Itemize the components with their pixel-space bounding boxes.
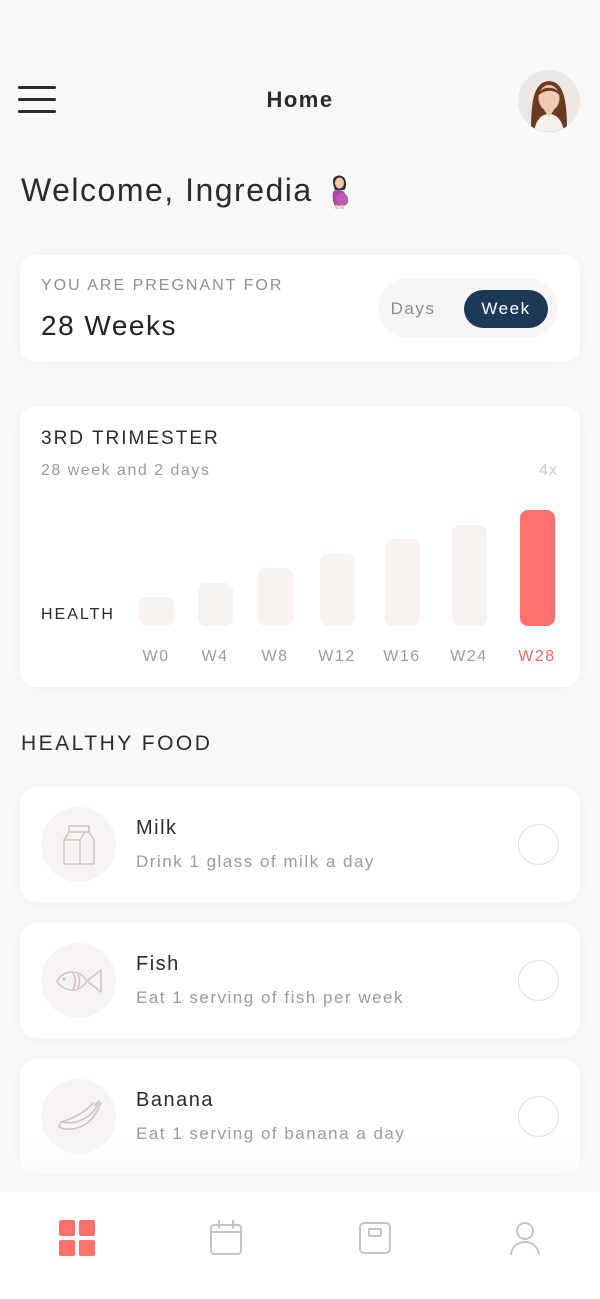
week-tick-label: W24 — [450, 648, 488, 665]
healthy-food-title: HEALTHY FOOD — [21, 732, 213, 755]
food-icon-circle — [41, 807, 116, 882]
week-tick-label: W4 — [201, 648, 229, 665]
trimester-card: 3RD TRIMESTER 28 week and 2 days 4x HEAL… — [20, 406, 580, 687]
zoom-multiplier[interactable]: 4x — [539, 462, 558, 480]
welcome-text: Welcome, Ingredia — [21, 172, 313, 208]
pregnancy-value: 28 Weeks — [41, 310, 177, 341]
health-bar-w0[interactable] — [138, 597, 174, 626]
calendar-icon — [210, 1220, 242, 1255]
health-bar-w16[interactable] — [384, 539, 420, 626]
health-bar-w8[interactable] — [257, 568, 293, 626]
food-icon-circle — [41, 943, 116, 1018]
food-card-fish[interactable]: Fish Eat 1 serving of fish per week — [20, 923, 580, 1038]
food-checkbox[interactable] — [518, 960, 559, 1001]
food-name: Fish — [136, 953, 180, 975]
food-description: Eat 1 serving of banana a day — [136, 1124, 406, 1143]
toggle-week-option[interactable]: Week — [464, 290, 548, 328]
health-bar-w12[interactable] — [319, 553, 355, 626]
welcome-heading: Welcome, Ingredia — [21, 172, 353, 209]
bottom-nav — [0, 1192, 600, 1299]
avatar[interactable] — [518, 70, 580, 132]
food-name: Banana — [136, 1089, 214, 1111]
health-bar-w28[interactable] — [519, 510, 555, 626]
health-bar-w4[interactable] — [197, 582, 233, 626]
fish-icon — [55, 968, 102, 993]
food-description: Drink 1 glass of milk a day — [136, 852, 375, 871]
trimester-title: 3RD TRIMESTER — [41, 428, 220, 449]
notebook-icon — [359, 1222, 391, 1254]
week-tick-label: W16 — [383, 648, 421, 665]
days-week-toggle[interactable]: Days Week — [378, 278, 558, 338]
nav-calendar[interactable] — [206, 1218, 246, 1258]
food-checkbox[interactable] — [518, 1096, 559, 1137]
milk-carton-icon — [62, 824, 95, 865]
week-tick-label: W8 — [261, 648, 289, 665]
banana-icon — [57, 1099, 102, 1130]
health-axis-label: HEALTH — [41, 606, 115, 623]
nav-profile[interactable] — [505, 1218, 545, 1258]
week-tick-label: W28 — [518, 648, 556, 665]
nav-notebook[interactable] — [355, 1218, 395, 1258]
trimester-subtitle: 28 week and 2 days — [41, 462, 211, 479]
page-title: Home — [266, 87, 334, 112]
avatar-photo-icon — [518, 70, 580, 132]
pregnancy-label: YOU ARE PREGNANT FOR — [41, 277, 284, 294]
week-tick-label: W0 — [142, 648, 170, 665]
food-icon-circle — [41, 1079, 116, 1154]
week-tick-label: W12 — [318, 648, 356, 665]
health-bar-w24[interactable] — [451, 524, 487, 626]
toggle-days-option[interactable]: Days — [382, 290, 444, 328]
food-checkbox[interactable] — [518, 824, 559, 865]
profile-icon — [510, 1222, 540, 1255]
food-name: Milk — [136, 817, 178, 839]
pregnant-woman-icon — [327, 173, 353, 209]
nav-dashboard[interactable] — [57, 1218, 97, 1258]
pregnancy-card: YOU ARE PREGNANT FOR 28 Weeks Days Week — [20, 255, 580, 362]
food-card-milk[interactable]: Milk Drink 1 glass of milk a day — [20, 787, 580, 902]
food-card-banana[interactable]: Banana Eat 1 serving of banana a day — [20, 1059, 580, 1174]
dashboard-icon — [59, 1220, 95, 1256]
food-description: Eat 1 serving of fish per week — [136, 988, 405, 1007]
